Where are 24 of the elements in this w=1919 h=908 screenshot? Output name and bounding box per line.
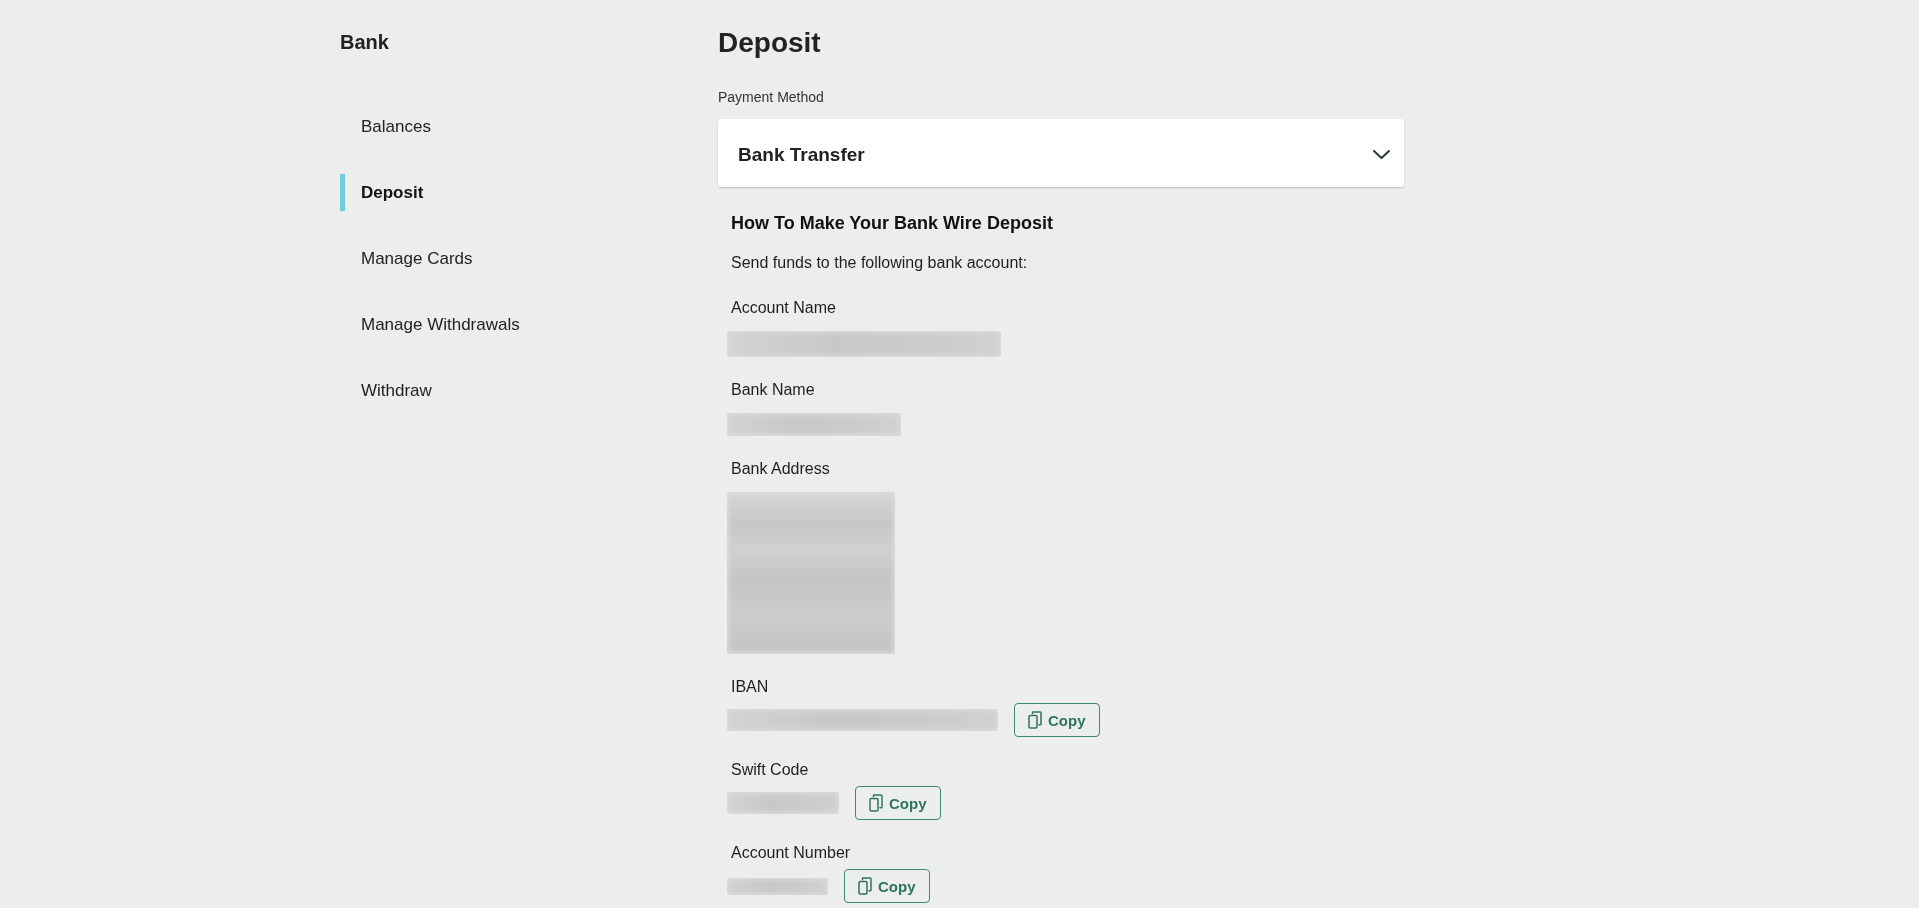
instruction-text: Send funds to the following bank account:	[731, 253, 1028, 273]
copy-button[interactable]: Copy	[855, 786, 941, 820]
payment-method-dropdown[interactable]: Bank Transfer	[718, 119, 1404, 187]
field-label: Bank Name	[731, 380, 815, 400]
sidebar-title: Bank	[340, 30, 389, 54]
sidebar-item[interactable]: Deposit	[340, 174, 430, 211]
copy-icon	[858, 877, 872, 895]
copy-button[interactable]: Copy	[1014, 703, 1100, 737]
field-label: IBAN	[731, 677, 769, 697]
page-title: Deposit	[718, 26, 821, 60]
sidebar-item[interactable]: Balances	[340, 108, 437, 145]
chevron-down-icon	[1373, 150, 1390, 159]
field-label: Account Number	[731, 843, 851, 863]
section-heading: How To Make Your Bank Wire Deposit	[731, 212, 1053, 234]
sidebar-item[interactable]: Manage Withdrawals	[340, 306, 526, 343]
copy-icon	[869, 794, 883, 812]
field-label: Account Name	[731, 298, 836, 318]
copy-button[interactable]: Copy	[844, 869, 930, 903]
field-label: Payment Method	[718, 88, 824, 106]
field-label: Bank Address	[731, 459, 830, 479]
sidebar-item[interactable]: Manage Cards	[340, 240, 479, 277]
sidebar-item[interactable]: Withdraw	[340, 372, 438, 409]
field-label: Swift Code	[731, 760, 809, 780]
copy-icon	[1028, 711, 1042, 729]
